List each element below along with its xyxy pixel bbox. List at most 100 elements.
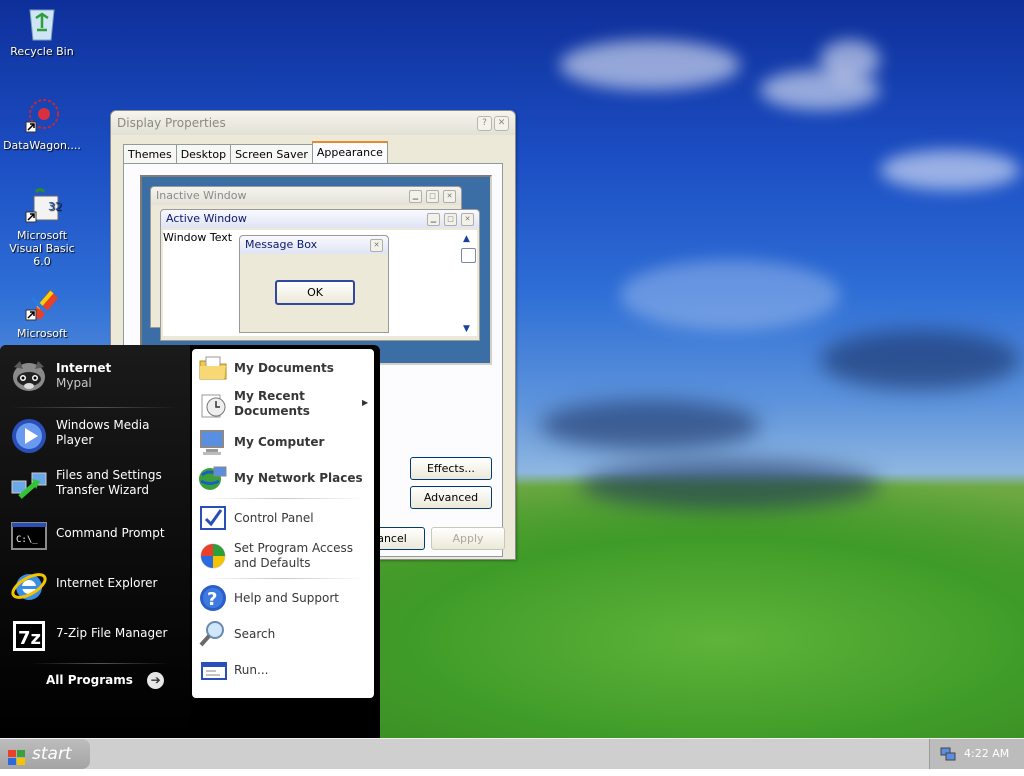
program-windows-media-player[interactable]: Windows Media Player [8, 413, 188, 453]
place-run[interactable]: Run... [198, 653, 370, 687]
message-box-title: Message Box ✕ [240, 236, 388, 254]
place-my-documents[interactable]: My Documents [198, 351, 370, 385]
pinned-subtitle: Mypal [56, 376, 92, 390]
tab-themes[interactable]: Themes [123, 144, 177, 164]
desktop-icon-label: Microsoft [16, 327, 68, 340]
search-icon [198, 619, 228, 649]
media-player-icon [10, 417, 46, 453]
place-label: Set Program Access and Defaults [234, 541, 354, 570]
window-title: Display Properties [117, 116, 226, 130]
place-label: My Network Places [234, 470, 363, 485]
recent-documents-icon [198, 389, 228, 419]
svg-text:7z: 7z [18, 628, 41, 649]
program-7zip[interactable]: 7z 7-Zip File Manager [8, 613, 188, 653]
start-menu-right-pane: My Documents My Recent Documents ▶ My Co… [192, 349, 374, 698]
program-access-icon [198, 541, 228, 571]
window-titlebar[interactable]: Display Properties ? ✕ [111, 111, 515, 135]
separator [202, 498, 364, 499]
separator [202, 578, 364, 579]
scroll-down-icon: ▼ [463, 324, 470, 334]
tab-desktop[interactable]: Desktop [175, 144, 232, 164]
separator [10, 407, 178, 408]
place-network-places[interactable]: My Network Places [198, 461, 370, 495]
start-menu-left-pane: Internet Mypal Windows Media Player File… [0, 345, 190, 738]
active-window-title: Active Window ▁ □ ✕ [161, 210, 479, 228]
program-transfer-wizard[interactable]: Files and Settings Transfer Wizard [8, 463, 188, 503]
message-box-preview: Message Box ✕ OK [239, 235, 389, 333]
system-tray: 4:22 AM [929, 739, 1024, 769]
place-label: Control Panel [234, 510, 314, 525]
my-computer-icon [198, 427, 228, 457]
place-label: My Computer [234, 434, 325, 449]
close-icon: ✕ [443, 190, 456, 203]
effects-button[interactable]: Effects... [410, 457, 492, 480]
close-icon: ✕ [370, 239, 383, 252]
program-label: Files and Settings Transfer Wizard [56, 468, 162, 497]
desktop-icon-microsoft[interactable]: Microsoft [0, 284, 84, 340]
raccoon-icon [10, 357, 46, 393]
close-icon: ✕ [461, 213, 474, 226]
start-button[interactable]: start [0, 739, 90, 769]
datawagon-icon [22, 96, 62, 136]
place-control-panel[interactable]: Control Panel [198, 501, 370, 535]
control-panel-icon [198, 503, 228, 533]
apply-button[interactable]: Apply [431, 527, 505, 550]
program-label: Windows Media Player [56, 418, 150, 447]
network-tray-icon[interactable] [940, 746, 956, 762]
place-help-support[interactable]: ? Help and Support [198, 581, 370, 615]
desktop-icon-recycle-bin[interactable]: Recycle Bin [0, 2, 84, 58]
minimize-icon: ▁ [427, 213, 440, 226]
arrow-right-icon: ➔ [147, 672, 165, 689]
program-internet-explorer[interactable]: Internet Explorer [8, 563, 188, 603]
submenu-arrow-icon: ▶ [362, 398, 369, 407]
scroll-up-icon: ▲ [463, 234, 470, 244]
program-label: Internet Explorer [56, 575, 158, 590]
tab-strip: Themes Desktop Screen Saver Appearance [123, 141, 388, 164]
place-label: Help and Support [234, 590, 339, 605]
place-recent-documents[interactable]: My Recent Documents ▶ [198, 385, 370, 423]
clock: 4:22 AM [964, 747, 1010, 760]
pinned-internet[interactable]: Internet Mypal [8, 353, 188, 399]
separator [30, 663, 170, 664]
internet-explorer-icon [10, 567, 47, 603]
pinned-title: Internet [56, 361, 112, 375]
all-programs-button[interactable]: All Programs ➔ [46, 669, 165, 691]
place-search[interactable]: Search [198, 617, 370, 651]
start-label: start [32, 744, 72, 764]
desktop-icon-label: Microsoft Visual Basic 6.0 [9, 229, 75, 268]
svg-text:C:\_: C:\_ [16, 535, 38, 545]
command-prompt-icon: C:\_ [10, 517, 47, 553]
place-program-access[interactable]: Set Program Access and Defaults [198, 537, 370, 575]
svg-text:?: ? [207, 589, 217, 610]
7zip-icon: 7z [10, 617, 46, 653]
maximize-icon: □ [426, 190, 439, 203]
run-icon [198, 655, 228, 685]
windows-logo-icon [8, 746, 26, 765]
minimize-icon: ▁ [409, 190, 422, 203]
inactive-window-title: Inactive Window ▁ □ ✕ [151, 187, 461, 205]
tab-appearance[interactable]: Appearance [311, 141, 388, 164]
ok-button-preview: OK [275, 280, 355, 305]
transfer-wizard-icon [10, 467, 47, 503]
start-menu: Internet Mypal Windows Media Player File… [0, 345, 380, 738]
scrollbar-thumb [461, 248, 476, 263]
help-icon: ? [198, 583, 228, 613]
desktop-icon-label: DataWagon.... [3, 139, 81, 152]
desktop-icon-visual-basic[interactable]: 32 Microsoft Visual Basic 6.0 [0, 186, 84, 268]
place-label: My Recent Documents [234, 389, 310, 418]
place-label: My Documents [234, 360, 334, 375]
tab-screen-saver[interactable]: Screen Saver [230, 144, 313, 164]
all-programs-label: All Programs [46, 673, 133, 687]
visual-basic-icon: 32 [22, 186, 62, 226]
program-command-prompt[interactable]: C:\_ Command Prompt [8, 513, 188, 553]
taskbar: start 4:22 AM [0, 738, 1024, 769]
place-label: Run... [234, 662, 269, 677]
advanced-button[interactable]: Advanced [410, 486, 492, 509]
close-button[interactable]: ✕ [494, 116, 509, 131]
place-my-computer[interactable]: My Computer [198, 425, 370, 459]
desktop-icon-datawagon[interactable]: DataWagon.... [0, 96, 84, 152]
microsoft-app-icon [22, 284, 62, 324]
appearance-preview: Inactive Window ▁ □ ✕ Active Window ▁ □ … [140, 175, 492, 365]
place-label: Search [234, 626, 276, 641]
help-button[interactable]: ? [477, 116, 492, 131]
